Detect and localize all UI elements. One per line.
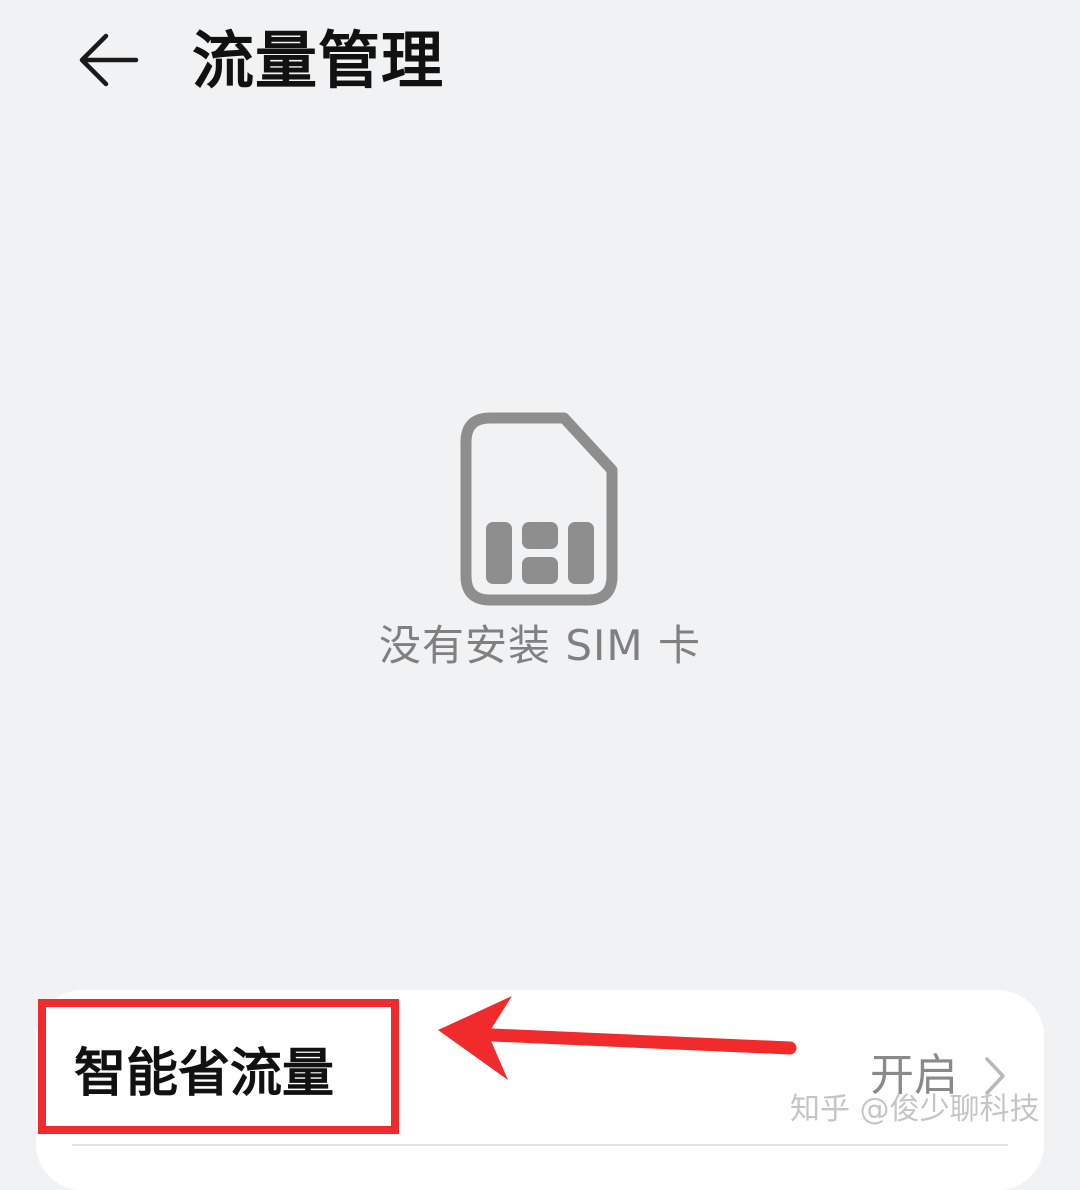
settings-card: 智能省流量 开启 xyxy=(36,990,1044,1190)
page-title: 流量管理 xyxy=(192,24,445,97)
chevron-right-icon xyxy=(985,1057,1005,1095)
app-bar: 流量管理 xyxy=(0,0,1080,130)
arrow-left-icon xyxy=(79,33,139,87)
smart-data-saver-status: 开启 xyxy=(870,1050,958,1101)
smart-data-saver-row[interactable]: 智能省流量 开启 xyxy=(36,990,1044,1140)
sim-card-icon xyxy=(460,412,618,606)
no-sim-message: 没有安装 SIM 卡 xyxy=(379,621,701,670)
smart-data-saver-label: 智能省流量 xyxy=(74,1044,335,1104)
empty-state: 没有安装 SIM 卡 xyxy=(0,410,1080,674)
divider xyxy=(72,1144,1008,1146)
back-button[interactable] xyxy=(66,22,150,98)
